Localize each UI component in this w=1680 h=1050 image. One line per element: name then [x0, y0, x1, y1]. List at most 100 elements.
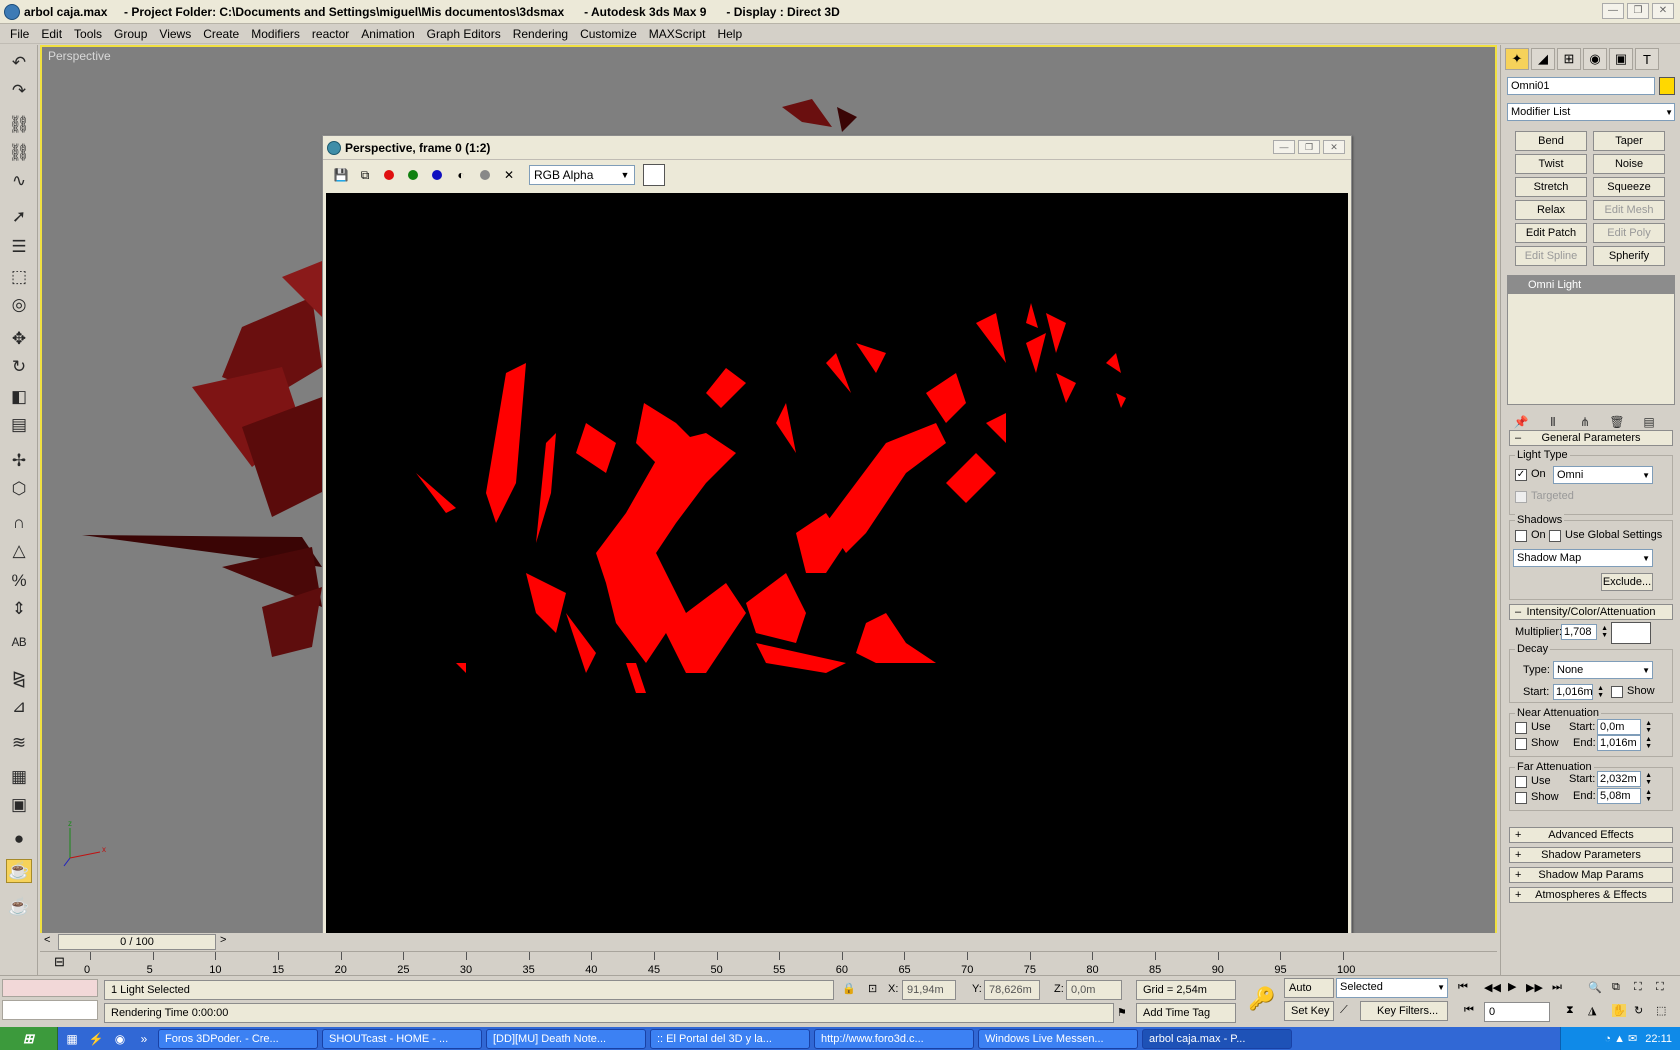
menu-animation[interactable]: Animation [355, 27, 420, 41]
zoom-extents-all-icon[interactable]: ⛶ [1656, 981, 1664, 994]
firefox-icon[interactable]: ◉ [110, 1030, 130, 1048]
green-channel-toggle[interactable] [403, 165, 423, 185]
pixel-color-swatch[interactable] [643, 164, 665, 186]
time-tag-icon[interactable]: ⚑ [1117, 1006, 1127, 1019]
taskbar-item-shoutcast[interactable]: SHOUTcast - HOME - ... [322, 1028, 482, 1049]
pin-stack-icon[interactable]: 📌 [1511, 413, 1531, 431]
go-to-start-icon[interactable]: ⏮ [1458, 981, 1468, 994]
time-slider-prev-icon[interactable]: < [44, 934, 50, 946]
rectangular-selection-icon[interactable]: ⬚ [6, 265, 32, 289]
squeeze-button[interactable]: Squeeze [1593, 177, 1665, 197]
clear-icon[interactable]: ✕ [499, 165, 519, 185]
near-end-spinner[interactable]: 1,016m ▲ ▼ [1597, 735, 1652, 751]
track-bar[interactable]: ⊟ 0 5 10 15 20 25 30 35 40 45 50 55 60 65 70 75 80 85 90 95… [40, 951, 1497, 976]
redo-icon[interactable]: ↷ [6, 79, 32, 103]
add-time-tag-button[interactable]: Add Time Tag [1136, 1003, 1236, 1023]
configure-sets-icon[interactable]: ▤ [1639, 413, 1659, 431]
zoom-extents-icon[interactable]: ⛶ [1634, 981, 1642, 994]
maximize-button[interactable]: ❐ [1627, 3, 1649, 19]
clone-icon[interactable]: ⧉ [355, 165, 375, 185]
taskbar-item-death-note[interactable]: [DD][MU] Death Note... [486, 1028, 646, 1049]
render-window-titlebar[interactable]: Perspective, frame 0 (1:2) — ❐ ✕ [323, 136, 1351, 160]
previous-frame-icon[interactable]: ◀◀ [1484, 981, 1501, 994]
targeted-checkbox[interactable] [1515, 491, 1527, 503]
red-channel-toggle[interactable] [379, 165, 399, 185]
scale-icon[interactable]: ◧ [6, 385, 32, 409]
y-coordinate-field[interactable]: 78,626m [984, 980, 1040, 1000]
spinner-snap-icon[interactable]: ⇕ [6, 597, 32, 621]
absolute-mode-icon[interactable]: ⊡ [868, 982, 877, 995]
zoom-icon[interactable]: 🔍 [1588, 981, 1602, 994]
field-of-view-icon[interactable]: ◮ [1588, 1004, 1596, 1017]
angle-snap-icon[interactable]: △ [6, 539, 32, 563]
quick-render-icon[interactable]: ☕ [6, 895, 32, 919]
auto-key-button[interactable]: Auto Key [1284, 978, 1334, 1012]
menu-file[interactable]: File [4, 27, 35, 41]
schematic-view-icon[interactable]: ▣ [6, 793, 32, 817]
create-tab-icon[interactable]: ✦ [1505, 48, 1529, 70]
percent-snap-icon[interactable]: % [6, 569, 32, 593]
select-link-icon[interactable]: ⛓ [6, 113, 32, 137]
pivot-center-icon[interactable]: ✢ [6, 449, 32, 473]
shadow-parameters-rollout[interactable]: + Shadow Parameters [1509, 847, 1673, 863]
time-configuration-icon[interactable]: ⧗ [1566, 1004, 1574, 1017]
light-on-checkbox[interactable]: ✓ [1515, 469, 1527, 481]
menu-help[interactable]: Help [711, 27, 748, 41]
far-show-checkbox[interactable] [1515, 792, 1527, 804]
unlink-icon[interactable]: ⛓ [6, 141, 32, 165]
intensity-rollout[interactable]: – Intensity/Color/Attenuation [1509, 604, 1673, 620]
modifier-list-dropdown[interactable]: Modifier List ▼ [1507, 103, 1675, 121]
edit-poly-button[interactable]: Edit Poly [1593, 223, 1665, 243]
motion-tab-icon[interactable]: ◉ [1583, 48, 1607, 70]
render-setup-icon[interactable]: ☕ [6, 859, 32, 883]
blue-channel-toggle[interactable] [427, 165, 447, 185]
decay-type-dropdown[interactable]: None ▼ [1553, 661, 1653, 679]
menu-views[interactable]: Views [153, 27, 197, 41]
set-key-button[interactable]: Set Key [1284, 1001, 1334, 1021]
material-editor-icon[interactable]: ● [6, 827, 32, 851]
show-end-result-icon[interactable]: Ⅱ [1543, 413, 1563, 431]
menu-rendering[interactable]: Rendering [507, 27, 574, 41]
render-frame-window[interactable]: Perspective, frame 0 (1:2) — ❐ ✕ 💾 ⧉ ◐ ✕… [322, 135, 1352, 965]
display-tab-icon[interactable]: ▣ [1609, 48, 1633, 70]
multiplier-spinner[interactable]: 1,708 ▲ ▼ [1561, 624, 1608, 640]
manipulate-icon[interactable]: ⬡ [6, 477, 32, 501]
menu-create[interactable]: Create [197, 27, 245, 41]
taskbar-item-messenger[interactable]: Windows Live Messen... [978, 1028, 1138, 1049]
far-end-spinner[interactable]: 5,08m ▲ ▼ [1597, 788, 1652, 804]
start-button[interactable]: ⊞ [0, 1027, 58, 1050]
maximize-viewport-icon[interactable]: ⬚ [1656, 1004, 1666, 1017]
channel-dropdown[interactable]: RGB Alpha ▼ [529, 165, 635, 185]
light-type-dropdown[interactable]: Omni ▼ [1553, 466, 1653, 484]
layer-manager-icon[interactable]: ≋ [6, 731, 32, 755]
reference-coordinate-icon[interactable]: ▤ [6, 413, 32, 437]
taskbar-item-portal-3d[interactable]: :: El Portal del 3D y la... [650, 1028, 810, 1049]
key-mode-icon[interactable]: ⏮ [1464, 1004, 1474, 1017]
edit-mesh-button[interactable]: Edit Mesh [1593, 200, 1665, 220]
minimize-button[interactable]: — [1273, 140, 1295, 154]
noise-button[interactable]: Noise [1593, 154, 1665, 174]
current-frame-field[interactable]: 0 [1484, 1002, 1550, 1022]
twist-button[interactable]: Twist [1515, 154, 1587, 174]
shadows-on-checkbox[interactable] [1515, 530, 1527, 542]
object-name-field[interactable]: Omni01 [1507, 77, 1655, 95]
stretch-button[interactable]: Stretch [1515, 177, 1587, 197]
play-icon[interactable]: ▶ [1508, 980, 1516, 993]
atmospheres-effects-rollout[interactable]: + Atmospheres & Effects [1509, 887, 1673, 903]
monochrome-toggle[interactable] [475, 165, 495, 185]
object-color-swatch[interactable] [1659, 77, 1675, 95]
align-icon[interactable]: ⊿ [6, 695, 32, 719]
show-desktop-icon[interactable]: ▦ [62, 1030, 82, 1048]
decay-start-spinner[interactable]: 1,016m ▲ ▼ [1553, 684, 1604, 700]
menu-maxscript[interactable]: MAXScript [643, 27, 712, 41]
tray-icons[interactable]: ◔ ▲ ✉ [1604, 1032, 1637, 1045]
taper-button[interactable]: Taper [1593, 131, 1665, 151]
edit-patch-button[interactable]: Edit Patch [1515, 223, 1587, 243]
near-show-checkbox[interactable] [1515, 738, 1527, 750]
winamp-icon[interactable]: ⚡ [86, 1030, 106, 1048]
zoom-all-icon[interactable]: ⧉ [1612, 981, 1620, 994]
hierarchy-tab-icon[interactable]: ⊞ [1557, 48, 1581, 70]
go-to-end-icon[interactable]: ⏭ [1552, 981, 1562, 994]
remove-modifier-icon[interactable]: 🗑 [1607, 413, 1627, 431]
lock-selection-icon[interactable]: 🔒 [842, 982, 856, 995]
